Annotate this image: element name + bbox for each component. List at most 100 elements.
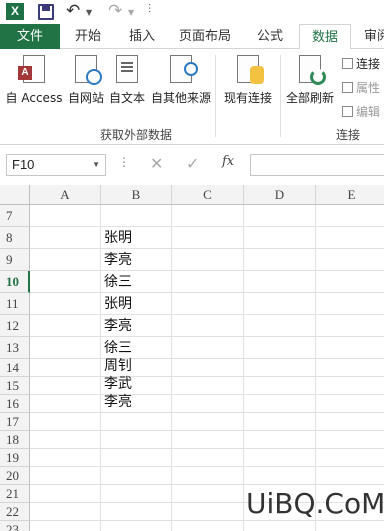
cell[interactable] xyxy=(172,227,244,249)
column-header-a[interactable]: A xyxy=(30,185,101,205)
cell[interactable] xyxy=(30,249,101,271)
formula-input[interactable] xyxy=(250,154,384,176)
row-header[interactable]: 8 xyxy=(0,227,30,249)
row-header[interactable]: 13 xyxy=(0,337,30,359)
cell[interactable] xyxy=(30,503,101,521)
cell[interactable] xyxy=(172,337,244,359)
tab-formulas[interactable]: 公式 xyxy=(246,24,294,49)
select-all-corner[interactable] xyxy=(0,185,30,205)
cell[interactable] xyxy=(30,485,101,503)
cell[interactable] xyxy=(316,271,384,293)
column-header-d[interactable]: D xyxy=(244,185,316,205)
cell[interactable] xyxy=(244,293,316,315)
cell[interactable] xyxy=(244,271,316,293)
cell[interactable] xyxy=(244,227,316,249)
redo-dropdown-icon[interactable]: ▼ xyxy=(128,8,134,17)
row-header[interactable]: 20 xyxy=(0,467,30,485)
cell[interactable] xyxy=(172,395,244,413)
column-header-c[interactable]: C xyxy=(172,185,244,205)
cell[interactable] xyxy=(30,359,101,377)
cell[interactable]: 李亮 xyxy=(101,315,172,337)
cell[interactable] xyxy=(172,315,244,337)
cell[interactable] xyxy=(101,467,172,485)
cell[interactable] xyxy=(244,377,316,395)
tab-file[interactable]: 文件 xyxy=(0,24,60,49)
row-header[interactable]: 22 xyxy=(0,503,30,521)
tab-data[interactable]: 数据 xyxy=(299,24,351,50)
cell[interactable] xyxy=(30,337,101,359)
cell[interactable] xyxy=(172,521,244,531)
cell[interactable] xyxy=(244,315,316,337)
enter-icon[interactable]: ✓ xyxy=(186,154,199,173)
existing-connections-button[interactable]: 现有连接 xyxy=(220,55,276,106)
cell[interactable] xyxy=(244,205,316,227)
cell[interactable] xyxy=(316,337,384,359)
cell[interactable] xyxy=(172,249,244,271)
cell[interactable] xyxy=(244,449,316,467)
cell[interactable] xyxy=(316,467,384,485)
cell[interactable] xyxy=(244,431,316,449)
cell[interactable] xyxy=(30,293,101,315)
cell[interactable] xyxy=(30,521,101,531)
tab-insert[interactable]: 插入 xyxy=(118,24,166,49)
undo-dropdown-icon[interactable]: ▼ xyxy=(86,8,92,17)
cell[interactable]: 张明 xyxy=(101,293,172,315)
row-header[interactable]: 18 xyxy=(0,431,30,449)
cell[interactable] xyxy=(172,293,244,315)
row-header[interactable]: 9 xyxy=(0,249,30,271)
chevron-down-icon[interactable]: ▼ xyxy=(92,155,100,175)
cell[interactable] xyxy=(30,315,101,337)
row-header[interactable]: 21 xyxy=(0,485,30,503)
cell[interactable] xyxy=(316,293,384,315)
cell[interactable] xyxy=(172,431,244,449)
cell[interactable] xyxy=(30,377,101,395)
cell[interactable] xyxy=(316,249,384,271)
cell[interactable] xyxy=(30,205,101,227)
cell[interactable] xyxy=(244,395,316,413)
resize-handle-icon[interactable]: ⋮ xyxy=(118,155,130,169)
undo-icon[interactable]: ↶ xyxy=(66,1,80,21)
cell[interactable] xyxy=(101,485,172,503)
row-header[interactable]: 15 xyxy=(0,377,30,395)
cell[interactable] xyxy=(316,315,384,337)
cell[interactable] xyxy=(172,359,244,377)
refresh-all-button[interactable]: 全部刷新 xyxy=(284,55,336,106)
cell[interactable] xyxy=(244,337,316,359)
customize-icon[interactable]: ⫶ xyxy=(148,2,151,17)
cell[interactable] xyxy=(30,431,101,449)
cell[interactable] xyxy=(172,503,244,521)
row-header[interactable]: 10 xyxy=(0,271,30,293)
cell[interactable] xyxy=(316,377,384,395)
cell[interactable] xyxy=(316,227,384,249)
cell[interactable] xyxy=(172,205,244,227)
cell[interactable] xyxy=(30,449,101,467)
column-header-e[interactable]: E xyxy=(316,185,384,205)
row-header[interactable]: 19 xyxy=(0,449,30,467)
cell[interactable] xyxy=(316,205,384,227)
row-header[interactable]: 11 xyxy=(0,293,30,315)
cell[interactable] xyxy=(244,413,316,431)
row-header[interactable]: 14 xyxy=(0,359,30,377)
cell[interactable] xyxy=(244,467,316,485)
tab-home[interactable]: 开始 xyxy=(64,24,112,49)
name-box[interactable]: F10 ▼ xyxy=(6,154,106,176)
cell[interactable] xyxy=(172,449,244,467)
cell[interactable] xyxy=(316,431,384,449)
cell[interactable] xyxy=(172,271,244,293)
from-access-button[interactable]: A 自 Access xyxy=(4,55,64,106)
cell[interactable] xyxy=(244,249,316,271)
insert-function-icon[interactable]: fx xyxy=(222,154,234,169)
cell[interactable] xyxy=(101,449,172,467)
cell[interactable] xyxy=(30,227,101,249)
tab-page-layout[interactable]: 页面布局 xyxy=(172,24,238,49)
cell[interactable] xyxy=(101,521,172,531)
cell[interactable] xyxy=(316,395,384,413)
column-header-b[interactable]: B xyxy=(101,185,172,205)
row-header[interactable]: 17 xyxy=(0,413,30,431)
cancel-icon[interactable]: ✕ xyxy=(150,154,163,173)
from-text-button[interactable]: 自文本 xyxy=(107,55,147,106)
cell[interactable] xyxy=(30,413,101,431)
cell[interactable] xyxy=(101,503,172,521)
redo-icon[interactable]: ↷ xyxy=(108,1,122,21)
cell[interactable] xyxy=(101,205,172,227)
